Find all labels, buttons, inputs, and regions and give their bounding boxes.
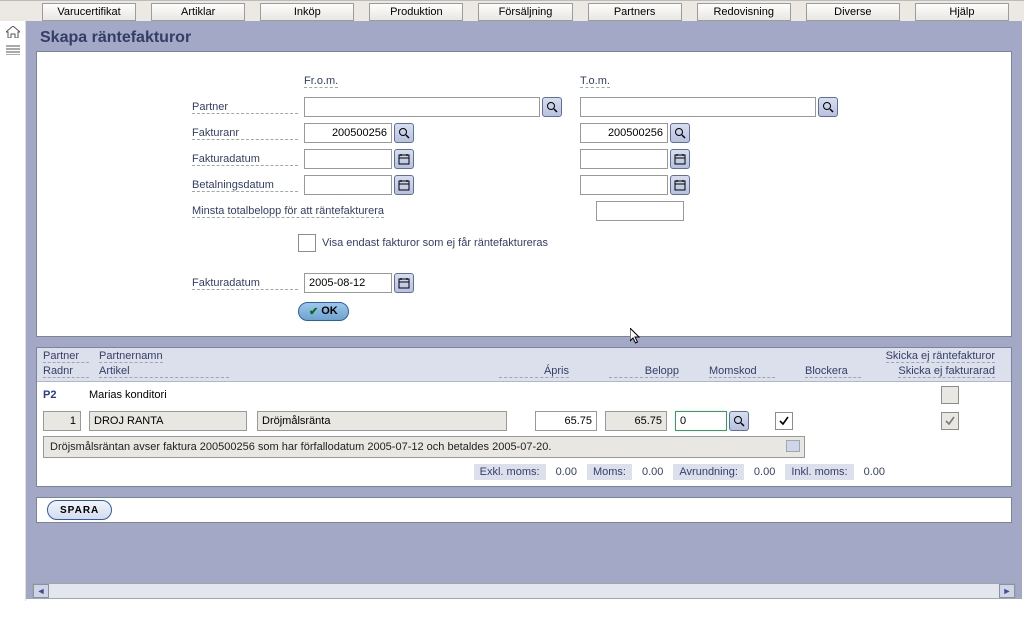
line-belopp: 65.75: [605, 411, 667, 431]
exkl-label: Exkl. moms:: [474, 464, 546, 480]
menu-inkop[interactable]: Inköp: [260, 3, 354, 21]
inkl-label: Inkl. moms:: [785, 464, 853, 480]
betalningsdatum-from-input[interactable]: [304, 175, 392, 195]
fakturadatum-from-calendar-icon[interactable]: [394, 149, 414, 169]
inkl-value: 0.00: [854, 464, 895, 480]
exkl-value: 0.00: [546, 464, 587, 480]
menu-varucertifikat[interactable]: Varucertifikat: [42, 3, 136, 21]
to-header: T.o.m.: [580, 75, 610, 88]
partner-to-lookup-icon[interactable]: [818, 97, 838, 117]
main-menu-bar: Varucertifikat Artiklar Inköp Produktion…: [0, 0, 1024, 21]
fakturadatum-to-input[interactable]: [580, 149, 668, 169]
col-momskod: Momskod: [709, 365, 775, 378]
skicka-rf-checkbox[interactable]: [941, 386, 959, 404]
left-rail: [0, 21, 26, 601]
from-header: Fr.o.m.: [304, 75, 338, 88]
betalningsdatum-to-calendar-icon[interactable]: [670, 175, 690, 195]
betalningsdatum-from-calendar-icon[interactable]: [394, 175, 414, 195]
home-icon[interactable]: [5, 25, 21, 39]
fakturanr-from-lookup-icon[interactable]: [394, 123, 414, 143]
fakturadatum-label: Fakturadatum: [192, 153, 298, 166]
skicka-rad-checkbox[interactable]: [941, 412, 959, 430]
partner-from-input[interactable]: [304, 97, 540, 117]
col-partner: Partner: [43, 350, 89, 363]
col-blockera: Blockera: [805, 365, 861, 378]
col-skicka-rad: Skicka ej fakturarad: [898, 365, 995, 378]
horizontal-scrollbar[interactable]: ◄ ►: [32, 583, 1016, 599]
moms-value: 0.00: [632, 464, 673, 480]
line-momskod[interactable]: 0: [675, 411, 727, 431]
minsta-input[interactable]: [596, 201, 684, 221]
col-belopp: Belopp: [609, 365, 679, 378]
line-artikel-namn[interactable]: Dröjmålsränta: [257, 411, 507, 431]
save-button[interactable]: SPARA: [47, 500, 112, 520]
scroll-right-icon[interactable]: ►: [999, 584, 1015, 598]
visa-endast-label: Visa endast fakturor som ej får räntefak…: [322, 237, 548, 249]
line-artikel-kod[interactable]: DROJ RANTA: [89, 411, 247, 431]
momskod-lookup-icon[interactable]: [729, 411, 749, 431]
fakturadatum-to-calendar-icon[interactable]: [670, 149, 690, 169]
partner-label: Partner: [192, 101, 298, 114]
fakturadatum2-input[interactable]: [304, 273, 392, 293]
results-panel: Partner Partnernamn Skicka ej räntefaktu…: [36, 347, 1012, 487]
betalningsdatum-label: Betalningsdatum: [192, 179, 298, 192]
scroll-left-icon[interactable]: ◄: [33, 584, 49, 598]
partner-id: P2: [43, 389, 89, 401]
col-radnr: Radnr: [43, 365, 89, 378]
ok-button-label: OK: [321, 305, 338, 317]
fakturanr-from-input[interactable]: [304, 123, 392, 143]
fakturadatum-from-input[interactable]: [304, 149, 392, 169]
col-skicka-rf: Skicka ej räntefakturor: [886, 350, 995, 363]
ok-button[interactable]: ✔OK: [298, 302, 349, 321]
line-apris[interactable]: 65.75: [535, 411, 597, 431]
menu-artiklar[interactable]: Artiklar: [151, 3, 245, 21]
note-link-icon[interactable]: [786, 440, 800, 452]
partner-to-input[interactable]: [580, 97, 816, 117]
list-icon[interactable]: [5, 43, 21, 57]
avr-value: 0.00: [744, 464, 785, 480]
visa-endast-checkbox[interactable]: [298, 234, 316, 252]
fakturanr-label: Fakturanr: [192, 127, 298, 140]
line-note: Dröjsmålsräntan avser faktura 200500256 …: [43, 436, 805, 458]
avr-label: Avrundning:: [673, 464, 744, 480]
menu-redovisning[interactable]: Redovisning: [697, 3, 791, 21]
fakturanr-to-input[interactable]: [580, 123, 668, 143]
moms-label: Moms:: [587, 464, 632, 480]
menu-forsaljning[interactable]: Försäljning: [478, 3, 572, 21]
fakturanr-to-lookup-icon[interactable]: [670, 123, 690, 143]
fakturadatum2-calendar-icon[interactable]: [394, 273, 414, 293]
partner-name: Marias konditori: [89, 389, 167, 401]
menu-produktion[interactable]: Produktion: [369, 3, 463, 21]
menu-partners[interactable]: Partners: [588, 3, 682, 21]
minsta-label: Minsta totalbelopp för att räntefakturer…: [192, 205, 384, 218]
menu-hjalp[interactable]: Hjälp: [915, 3, 1009, 21]
page-title: Skapa räntefakturor: [26, 21, 1022, 51]
partner-from-lookup-icon[interactable]: [542, 97, 562, 117]
line-radnr: 1: [43, 411, 81, 431]
col-artikel: Artikel: [99, 365, 229, 378]
line-note-text: Dröjsmålsräntan avser faktura 200500256 …: [50, 441, 551, 453]
fakturadatum2-label: Fakturadatum: [192, 277, 298, 290]
menu-diverse[interactable]: Diverse: [806, 3, 900, 21]
col-apris: Ápris: [499, 365, 569, 378]
blockera-checkbox[interactable]: [775, 412, 793, 430]
betalningsdatum-to-input[interactable]: [580, 175, 668, 195]
col-partnernamn: Partnernamn: [99, 350, 163, 363]
